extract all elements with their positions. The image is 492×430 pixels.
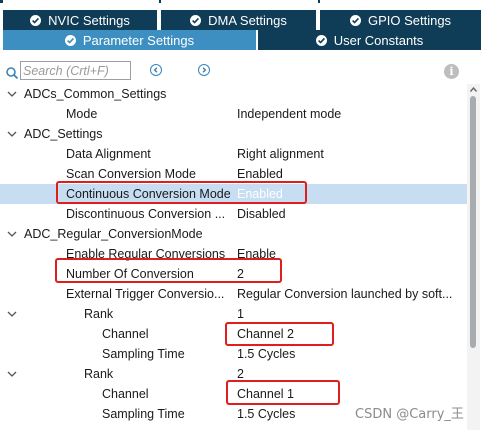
tree-row[interactable]: External Trigger Conversio... Regular Con…	[0, 284, 467, 304]
tree-row[interactable]: Discontinuous Conversion ... Disabled	[0, 204, 467, 224]
tab-label: NVIC Settings	[48, 12, 130, 28]
search-icon	[6, 67, 19, 80]
scroll-up-arrow-icon[interactable]	[467, 84, 480, 96]
tree-row-name: Mode	[66, 107, 98, 121]
tab-label: Parameter Settings	[82, 32, 195, 48]
search-input[interactable]	[20, 61, 131, 80]
check-circle-icon	[64, 34, 76, 46]
tree-row-name: Rank	[84, 307, 114, 321]
tree-row-name: Channel	[102, 327, 149, 341]
chevron-down-icon[interactable]	[7, 88, 17, 100]
tab-gpio-settings[interactable]: GPIO Settings	[320, 10, 483, 30]
tree-row-name: Data Alignment	[66, 147, 151, 161]
tree-row-name: ADCs_Common_Settings	[24, 87, 167, 101]
tab-dma-settings[interactable]: DMA Settings	[161, 10, 318, 30]
watermark: CSDN @Carry_王	[355, 407, 464, 422]
check-circle-icon	[315, 34, 327, 46]
tree-row[interactable]: Data Alignment Right alignment	[0, 144, 467, 164]
tree-row-name: Sampling Time	[102, 407, 185, 421]
tree-row-name: Sampling Time	[102, 347, 185, 361]
tab-stub-mid	[159, 0, 161, 3]
tree-row-name: Rank	[84, 367, 114, 381]
tab-bar-top	[0, 0, 492, 10]
tab-stub-right	[318, 0, 320, 3]
tree-row-name: External Trigger Conversio...	[66, 287, 225, 301]
tab-stub-left	[0, 0, 3, 3]
highlight-continuous-conversion	[56, 181, 307, 204]
chevron-right-icon[interactable]	[198, 64, 210, 76]
info-icon[interactable]: i	[444, 64, 459, 79]
chevron-down-icon[interactable]	[7, 128, 17, 140]
tree-row-value: 1.5 Cycles	[237, 407, 296, 421]
tab-label: GPIO Settings	[367, 12, 452, 28]
toolbar: i	[0, 58, 492, 84]
tree-row-value: Disabled	[237, 207, 286, 221]
tree-row-value: 1	[237, 307, 244, 321]
tree-row[interactable]: Sampling Time 1.5 Cycles	[0, 344, 467, 364]
tree-row-value: Right alignment	[237, 147, 324, 161]
tab-label: User Constants	[333, 32, 424, 48]
tree-row[interactable]: Mode Independent mode	[0, 104, 467, 124]
tree-row[interactable]: Rank 1	[0, 304, 467, 324]
tab-user-constants[interactable]: User Constants	[258, 30, 483, 50]
check-circle-icon	[190, 14, 202, 26]
highlight-channel-2	[225, 322, 334, 346]
chevron-down-icon[interactable]	[7, 308, 17, 320]
tab-nvic-settings[interactable]: NVIC Settings	[3, 10, 159, 30]
tab-label: DMA Settings	[208, 12, 287, 28]
scrollbar-thumb[interactable]	[470, 96, 476, 348]
tree-row-name: ADC_Settings	[24, 127, 103, 141]
tree-row[interactable]: ADC_Settings	[0, 124, 467, 144]
tree-row-value: 1.5 Cycles	[237, 347, 296, 361]
chevron-down-icon[interactable]	[7, 228, 17, 240]
tree-row-name: ADC_Regular_ConversionMode	[24, 227, 203, 241]
tree-row[interactable]: ADC_Regular_ConversionMode	[0, 224, 467, 244]
tree-row-name: Discontinuous Conversion ...	[66, 207, 226, 221]
chevron-left-icon[interactable]	[150, 64, 162, 76]
tree-row-value: Regular Conversion launched by soft...	[237, 287, 453, 301]
highlight-channel-1	[226, 380, 340, 405]
chevron-down-icon[interactable]	[7, 368, 17, 380]
check-circle-icon	[349, 14, 361, 26]
check-circle-icon	[30, 14, 42, 26]
tab-parameter-settings[interactable]: Parameter Settings	[3, 30, 258, 50]
tree-row[interactable]: ADCs_Common_Settings	[0, 84, 467, 104]
highlight-number-of-conversion	[55, 258, 282, 283]
parameter-tree: ADCs_Common_Settings Mode Independent mode…	[0, 84, 467, 430]
tree-row-value: Independent mode	[237, 107, 342, 121]
tree-row-name: Channel	[102, 387, 149, 401]
